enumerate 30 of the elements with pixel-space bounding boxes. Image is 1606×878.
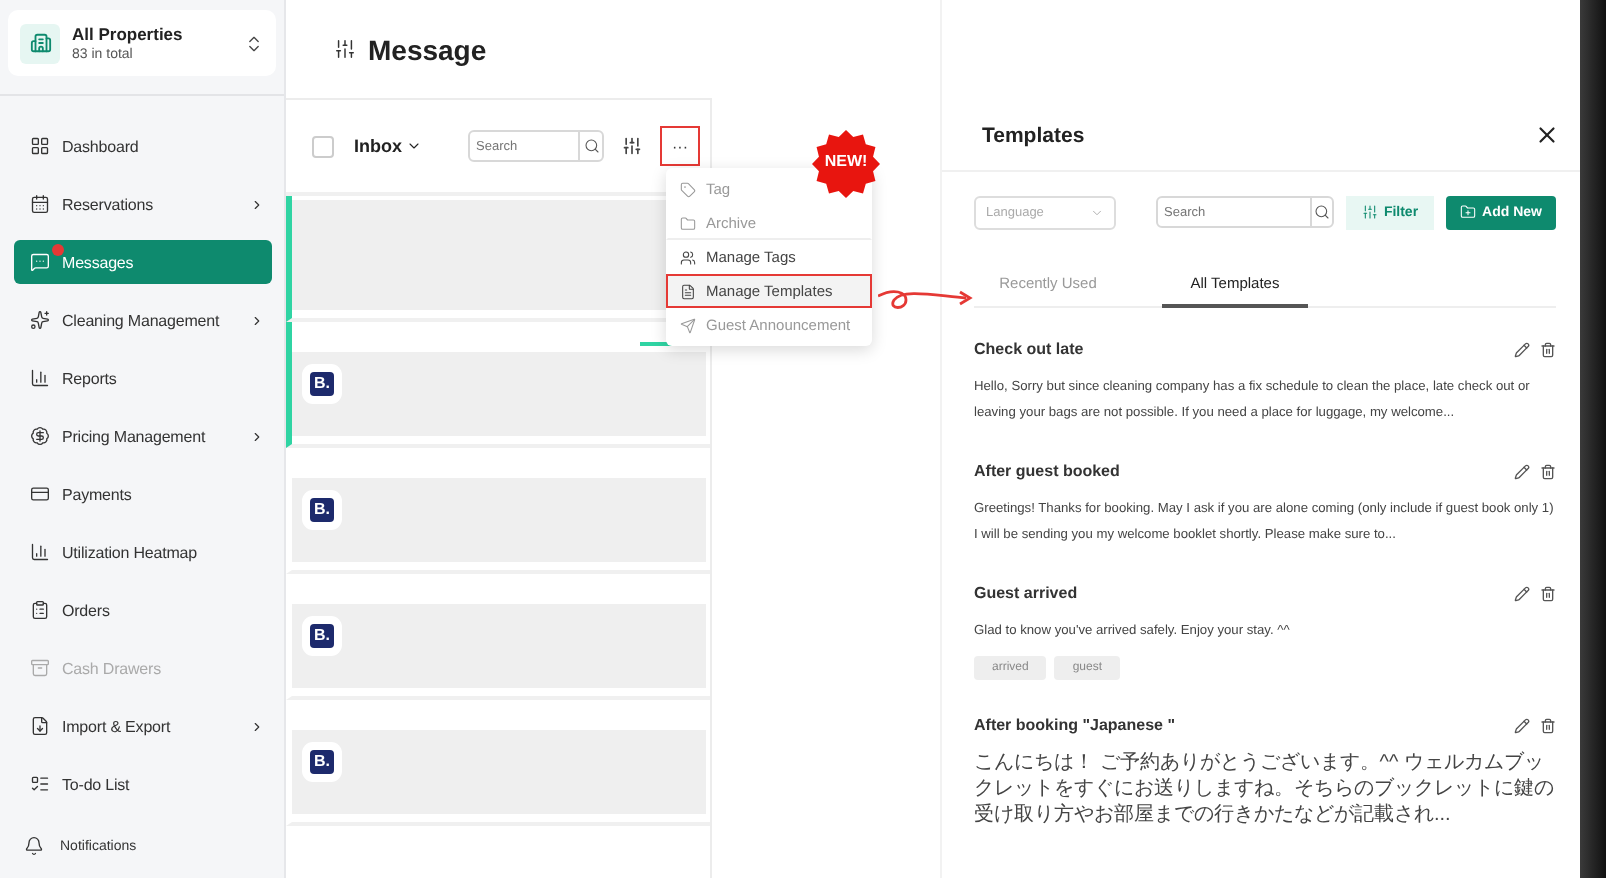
nav-item[interactable]: Payments xyxy=(14,472,272,516)
booking-logo: B. xyxy=(310,623,334,647)
nav-item[interactable]: Dashboard xyxy=(14,124,272,168)
conversation-item[interactable]: B. xyxy=(286,574,710,700)
new-badge: NEW! xyxy=(812,130,880,198)
nav-item[interactable]: Reservations xyxy=(14,182,272,226)
template-title: After booking "Japanese " xyxy=(974,716,1175,734)
nav-item[interactable]: Utilization Heatmap xyxy=(14,530,272,574)
more-button[interactable]: ··· xyxy=(660,126,700,166)
inbox-dropdown[interactable]: Inbox xyxy=(354,136,456,156)
template-title: After guest booked xyxy=(974,462,1120,480)
nav-item[interactable]: Reports xyxy=(14,356,272,400)
conversation-item[interactable]: B. xyxy=(286,700,710,826)
template-title: Check out late xyxy=(974,340,1084,358)
booking-logo: B. xyxy=(310,371,334,395)
booking-logo: B. xyxy=(310,497,334,521)
nav-item[interactable]: Pricing Management xyxy=(14,414,272,458)
page-title: Message xyxy=(368,33,487,65)
nav-item[interactable]: Import & Export xyxy=(14,704,272,748)
panel-title: Templates xyxy=(982,124,1085,148)
booking-logo: B. xyxy=(310,749,334,773)
conversation-item[interactable]: B. xyxy=(286,322,710,448)
nav-item[interactable]: To-do List xyxy=(14,762,272,806)
template-body: こんにちは！ ご予約ありがとうございます。^^ ウェルカムブックレットをすぐにお送りしますね。そちらのブックレットに鍵の受け取り方やお部屋までの行きかたなどが記載され... xyxy=(974,750,1556,828)
template-title: Guest arrived xyxy=(974,584,1078,602)
property-name: All Properties xyxy=(72,24,185,44)
nav-item[interactable]: Messages xyxy=(14,240,272,284)
nav-item[interactable]: Orders xyxy=(14,588,272,632)
nav-item[interactable]: Cleaning Management xyxy=(14,298,272,342)
conversation-item[interactable]: B. xyxy=(286,448,710,574)
